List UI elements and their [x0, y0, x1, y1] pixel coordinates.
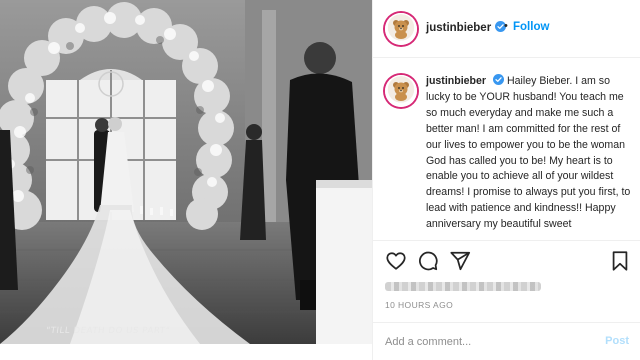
comment-bar: Post [373, 322, 640, 360]
caption-section: justinbieber Hailey Bieber. I am so luck… [373, 59, 640, 239]
post-header: justinbieber • Follow [373, 0, 640, 58]
heart-icon[interactable] [385, 250, 407, 272]
instagram-post-window: "TILL DEATH DO US PART" justinbieber • F… [0, 0, 640, 360]
bear-avatar-icon [393, 20, 409, 39]
verified-badge-icon [493, 74, 504, 85]
bear-avatar-icon [393, 82, 409, 101]
photo-text-overlay: "TILL DEATH DO US PART" [45, 326, 171, 336]
separator-dot: • [504, 20, 508, 32]
follow-button[interactable]: Follow [513, 21, 549, 33]
comment-input[interactable] [385, 334, 585, 350]
comment-icon[interactable] [417, 250, 439, 272]
username-text[interactable]: justinbieber [426, 22, 491, 34]
bookmark-icon[interactable] [609, 250, 631, 272]
caption-username[interactable]: justinbieber [426, 75, 486, 87]
caption-avatar[interactable] [385, 75, 417, 107]
action-bar [373, 240, 640, 278]
post-timestamp[interactable]: 10 HOURS AGO [385, 300, 453, 310]
post-photo[interactable]: "TILL DEATH DO US PART" [0, 0, 372, 344]
post-comment-button[interactable]: Post [605, 335, 629, 347]
share-icon[interactable] [449, 250, 471, 272]
caption-body: justinbieber Hailey Bieber. I am so luck… [426, 74, 632, 233]
wedding-photo-image [0, 0, 372, 344]
header-username[interactable]: justinbieber [426, 21, 507, 34]
post-side-panel: justinbieber • Follow justinbieber Haile… [372, 0, 640, 360]
caption-message: Hailey Bieber. I am so lucky to be YOUR … [426, 75, 631, 231]
likes-count-blurred[interactable] [385, 282, 541, 291]
avatar[interactable] [385, 13, 417, 45]
